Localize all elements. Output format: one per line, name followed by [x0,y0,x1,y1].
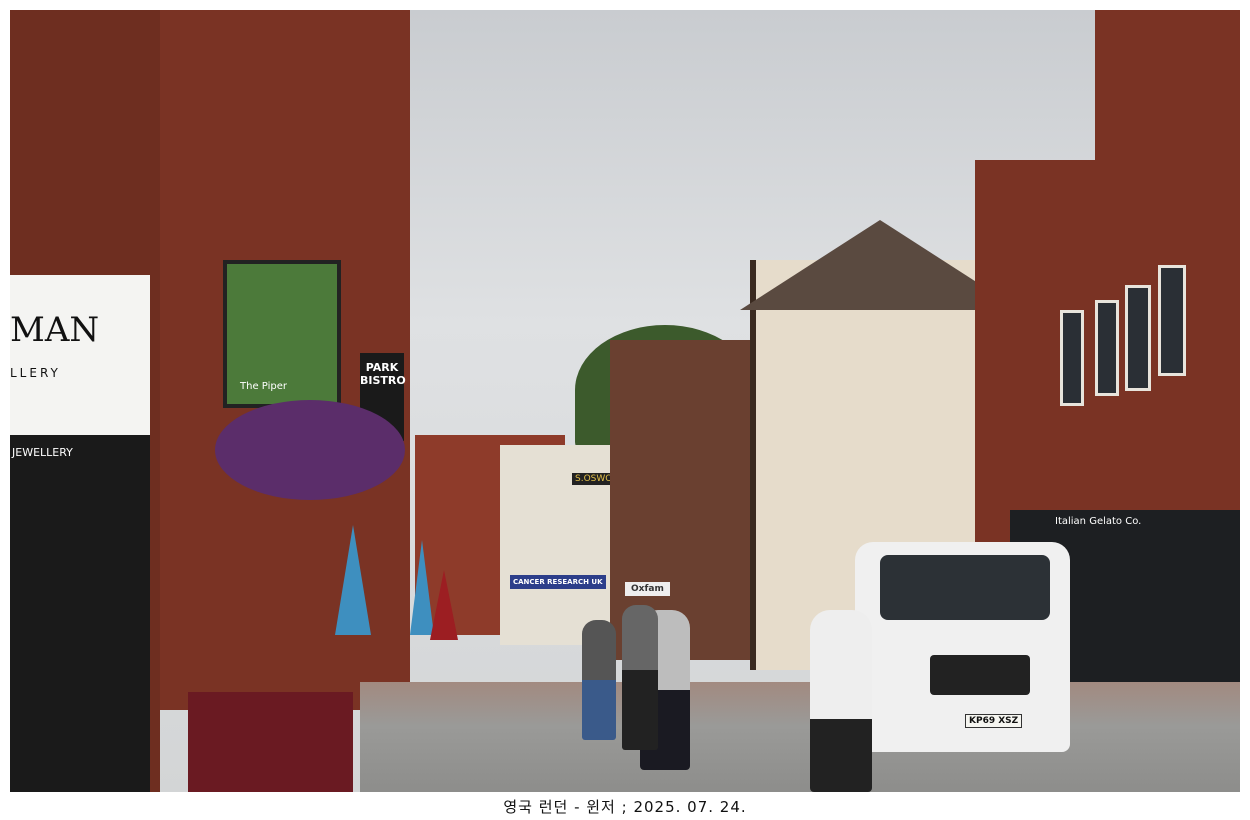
street-photo: S.OSWOND CANCER RESEARCH UK Oxfam Italia… [10,10,1240,792]
window [1095,300,1119,396]
window [1125,285,1151,391]
oxfam-sign: Oxfam [625,582,670,596]
jewellery-fascia [10,435,150,792]
right-building-top [1095,10,1240,210]
pub-sign-name: The Piper [240,381,287,392]
jewellery-sign: JEWELLERY [12,446,73,459]
license-plate: KP69 XSZ [965,714,1023,728]
gallery-sign-board [10,275,150,435]
pavement [360,682,1240,792]
pedestrian [622,605,658,750]
window [1060,310,1084,406]
cancer-sign: CANCER RESEARCH UK [510,575,606,589]
van-grille [930,655,1030,695]
gelato-sign: Italian Gelato Co. [1055,516,1142,527]
pedestrian [582,620,616,740]
gallery-sub: LLERY [10,366,61,380]
photo-caption: 영국 런던 - 윈저 ; 2025. 07. 24. [503,798,747,816]
van-windscreen [880,555,1050,620]
window [1158,265,1186,376]
tartan-screen [188,692,353,792]
pedestrian [810,610,872,792]
flower-basket [215,400,405,500]
gallery-sign: MAN [10,310,100,350]
